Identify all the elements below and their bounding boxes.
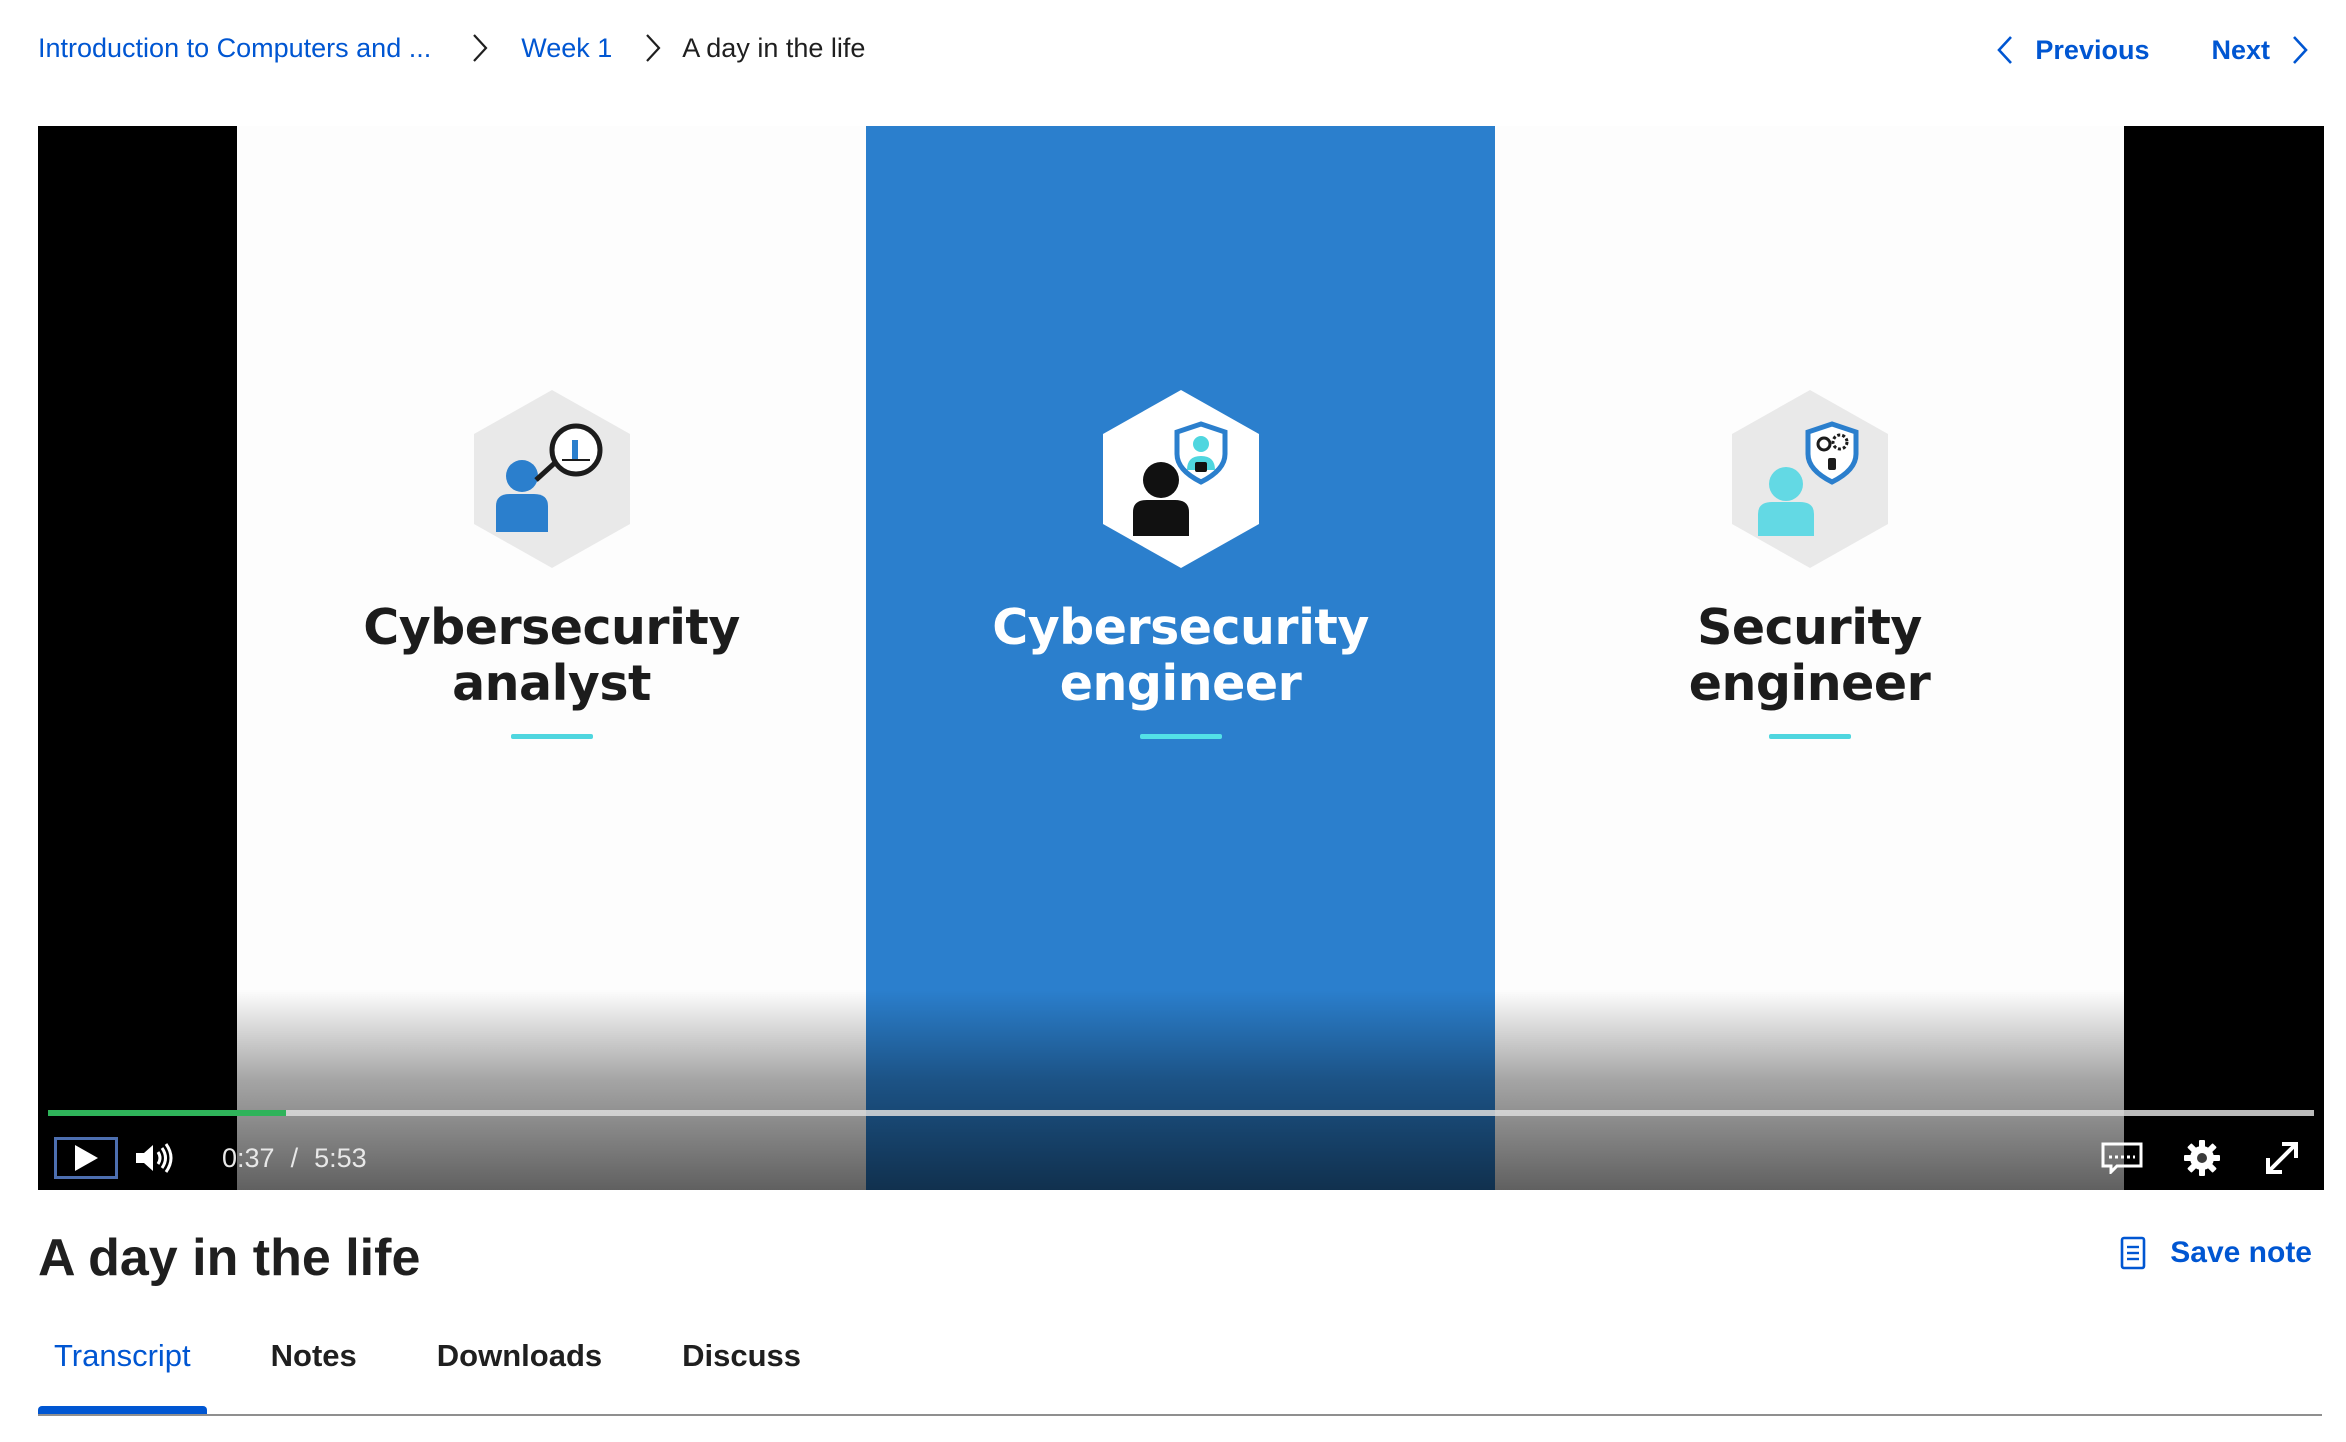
content-tabs: Transcript Notes Downloads Discuss [38,1316,2322,1416]
gear-icon [2184,1140,2220,1176]
video-progress-bar[interactable] [48,1110,2314,1116]
breadcrumb-current: A day in the life [682,32,866,63]
chevron-right-icon [638,33,668,63]
engineer-shield-icon [1102,390,1259,568]
tab-transcript[interactable]: Transcript [38,1316,207,1414]
breadcrumb: Introduction to Computers and ... Week 1… [38,28,865,68]
role-title: Cybersecurity analyst [363,599,740,712]
settings-button[interactable] [2178,1134,2226,1182]
captions-button[interactable] [2098,1134,2146,1182]
player-controls-right [2066,1134,2306,1182]
accent-divider [510,734,593,739]
play-icon [75,1145,98,1171]
captions-icon [2101,1142,2143,1174]
analyst-magnifier-icon [473,390,630,568]
progress-played [48,1110,286,1116]
security-gear-shield-icon [1731,390,1888,568]
accent-divider [1768,734,1851,739]
current-time: 0:37 [222,1142,275,1173]
duration: 5:53 [314,1142,367,1173]
breadcrumb-course-link[interactable]: Introduction to Computers and ... [38,33,431,64]
accent-divider [1139,734,1222,739]
chevron-right-icon [465,33,495,63]
save-note-button[interactable]: Save note [2120,1236,2312,1270]
item-navigation: Previous Next [1993,28,2312,72]
note-icon [2120,1236,2148,1270]
fullscreen-icon [2266,1142,2298,1174]
time-display: 0:37/5:53 [222,1142,367,1173]
volume-button[interactable] [130,1134,178,1182]
previous-button[interactable]: Previous [1993,35,2149,66]
play-button[interactable] [54,1137,118,1179]
page-title: A day in the life [38,1229,421,1287]
chevron-left-icon [1993,36,2017,64]
tab-discuss[interactable]: Discuss [666,1316,817,1396]
tab-notes[interactable]: Notes [255,1316,373,1396]
tab-downloads[interactable]: Downloads [421,1316,618,1396]
role-title: Cybersecurity engineer [992,599,1369,712]
volume-icon [136,1143,173,1173]
chevron-right-icon [2288,36,2312,64]
next-button[interactable]: Next [2211,35,2312,66]
next-label: Next [2211,34,2270,65]
save-note-label: Save note [2170,1236,2312,1269]
role-title: Security engineer [1688,599,1931,712]
previous-label: Previous [2035,34,2150,65]
fullscreen-button[interactable] [2258,1134,2306,1182]
breadcrumb-week-link[interactable]: Week 1 [521,33,612,64]
player-controls: 0:37/5:53 [38,1130,2324,1186]
video-player[interactable]: Cybersecurity analyst Cybersecurity engi… [38,126,2324,1190]
